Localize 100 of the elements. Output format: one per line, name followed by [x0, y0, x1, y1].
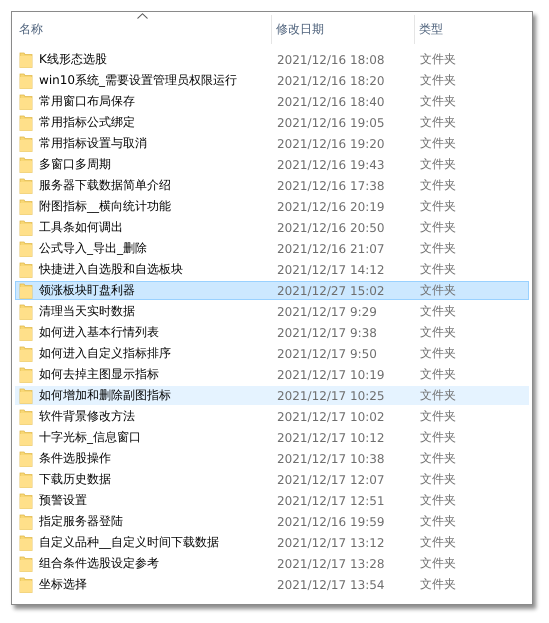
- modified-date: 2021/12/17 10:25: [276, 388, 386, 402]
- file-row[interactable]: 常用窗口布局保存 2021/12/16 18:40 文件夹: [15, 92, 529, 111]
- column-header[interactable]: 名称: [15, 15, 272, 44]
- modified-date: 2021/12/16 17:38: [276, 178, 386, 192]
- file-type: 文件夹: [419, 324, 457, 341]
- folder-icon: [19, 492, 33, 508]
- modified-date: 2021/12/17 12:51: [276, 494, 386, 508]
- file-row[interactable]: 预警设置 2021/12/17 12:51 文件夹: [15, 491, 529, 510]
- file-name: 快捷进入自选股和自选板块: [39, 261, 183, 278]
- file-type: 文件夹: [419, 366, 457, 383]
- folder-icon: [19, 52, 33, 68]
- file-type: 文件夹: [419, 303, 457, 320]
- column-header[interactable]: 类型: [415, 15, 529, 44]
- file-row[interactable]: 十字光标_信息窗口 2021/12/17 10:12 文件夹: [15, 428, 529, 447]
- file-row[interactable]: win10系统_需要设置管理员权限运行 2021/12/16 18:20 文件夹: [15, 71, 529, 90]
- file-row[interactable]: 快捷进入自选股和自选板块 2021/12/17 14:12 文件夹: [15, 260, 529, 279]
- file-name: 如何去掉主图显示指标: [39, 366, 159, 383]
- modified-date: 2021/12/17 10:12: [276, 430, 386, 444]
- file-row[interactable]: K线形态选股 2021/12/16 18:08 文件夹: [15, 50, 529, 69]
- file-row[interactable]: 组合条件选股设定参考 2021/12/17 13:28 文件夹: [15, 554, 529, 573]
- file-name: 多窗口多周期: [39, 156, 111, 173]
- file-type: 文件夹: [419, 387, 457, 404]
- file-row[interactable]: 如何增加和删除副图指标 2021/12/17 10:25 文件夹: [15, 386, 529, 405]
- file-name: 坐标选择: [39, 576, 87, 593]
- file-type: 文件夹: [419, 429, 457, 446]
- folder-icon: [19, 534, 33, 550]
- file-type: 文件夹: [419, 156, 457, 173]
- file-row[interactable]: 工具条如何调出 2021/12/16 20:50 文件夹: [15, 218, 529, 237]
- modified-date: 2021/12/17 9:50: [276, 346, 378, 360]
- folder-icon: [19, 220, 33, 236]
- file-row[interactable]: 坐标选择 2021/12/17 13:54 文件夹: [15, 575, 529, 594]
- file-name: 指定服务器登陆: [39, 513, 123, 530]
- folder-icon: [19, 156, 33, 172]
- folder-icon: [19, 514, 33, 530]
- file-name: 如何进入自定义指标排序: [39, 345, 171, 362]
- file-name: 如何增加和删除副图指标: [39, 387, 171, 404]
- file-row[interactable]: 下载历史数据 2021/12/17 12:07 文件夹: [15, 470, 529, 489]
- file-row[interactable]: 公式导入_导出_删除 2021/12/16 21:07 文件夹: [15, 239, 529, 258]
- file-name: 服务器下载数据简单介绍: [39, 177, 171, 194]
- file-name: win10系统_需要设置管理员权限运行: [39, 72, 238, 89]
- file-type: 文件夹: [419, 240, 457, 257]
- folder-icon: [19, 262, 33, 278]
- modified-date: 2021/12/16 19:20: [276, 136, 386, 150]
- folder-icon: [19, 324, 33, 340]
- folder-icon: [19, 304, 33, 320]
- file-name: K线形态选股: [39, 51, 107, 68]
- file-name: 组合条件选股设定参考: [39, 555, 159, 572]
- file-row[interactable]: 自定义品种__自定义时间下载数据 2021/12/17 13:12 文件夹: [15, 533, 529, 552]
- file-row[interactable]: 领涨板块盯盘利器 2021/12/27 15:02 文件夹: [15, 281, 529, 300]
- file-row[interactable]: 常用指标设置与取消 2021/12/16 19:20 文件夹: [15, 134, 529, 153]
- column-header[interactable]: 修改日期: [272, 15, 415, 44]
- file-name: 条件选股操作: [39, 450, 111, 467]
- folder-icon: [19, 430, 33, 446]
- file-type: 文件夹: [419, 261, 457, 278]
- file-type: 文件夹: [419, 135, 457, 152]
- modified-date: 2021/12/17 9:29: [276, 304, 378, 318]
- file-row[interactable]: 附图指标__横向统计功能 2021/12/16 20:19 文件夹: [15, 197, 529, 216]
- file-row[interactable]: 服务器下载数据简单介绍 2021/12/16 17:38 文件夹: [15, 176, 529, 195]
- modified-date: 2021/12/17 10:19: [276, 368, 386, 382]
- modified-date: 2021/12/17 14:12: [276, 262, 386, 276]
- folder-icon: [19, 388, 33, 404]
- modified-date: 2021/12/17 10:38: [276, 452, 386, 466]
- modified-date: 2021/12/16 19:43: [276, 158, 386, 172]
- file-row[interactable]: 指定服务器登陆 2021/12/16 19:59 文件夹: [15, 512, 529, 531]
- modified-date: 2021/12/17 13:12: [276, 536, 386, 550]
- modified-date: 2021/12/27 15:02: [276, 284, 386, 298]
- modified-date: 2021/12/16 20:50: [276, 220, 386, 234]
- file-type: 文件夹: [419, 345, 457, 362]
- file-name: 十字光标_信息窗口: [39, 429, 141, 446]
- file-row[interactable]: 多窗口多周期 2021/12/16 19:43 文件夹: [15, 155, 529, 174]
- folder-icon: [19, 346, 33, 362]
- file-type: 文件夹: [419, 93, 457, 110]
- folder-icon: [19, 556, 33, 572]
- folder-icon: [19, 450, 33, 466]
- folder-icon: [19, 94, 33, 110]
- file-name: 软件背景修改方法: [39, 408, 135, 425]
- file-row[interactable]: 如何去掉主图显示指标 2021/12/17 10:19 文件夹: [15, 365, 529, 384]
- file-row[interactable]: 常用指标公式绑定 2021/12/16 19:05 文件夹: [15, 113, 529, 132]
- file-row[interactable]: 如何进入基本行情列表 2021/12/17 9:38 文件夹: [15, 323, 529, 342]
- file-type: 文件夹: [419, 72, 457, 89]
- folder-icon: [19, 178, 33, 194]
- modified-date: 2021/12/16 19:59: [276, 514, 386, 528]
- file-type: 文件夹: [419, 219, 457, 236]
- modified-date: 2021/12/16 18:40: [276, 94, 386, 108]
- file-type: 文件夹: [419, 471, 457, 488]
- folder-icon: [19, 576, 33, 592]
- file-type: 文件夹: [419, 534, 457, 551]
- folder-icon: [19, 72, 33, 88]
- modified-date: 2021/12/16 18:08: [276, 52, 386, 66]
- modified-date: 2021/12/16 19:05: [276, 116, 386, 130]
- file-row[interactable]: 软件背景修改方法 2021/12/17 10:02 文件夹: [15, 407, 529, 426]
- file-name: 公式导入_导出_删除: [39, 240, 147, 257]
- file-name: 自定义品种__自定义时间下载数据: [39, 534, 219, 551]
- file-row[interactable]: 清理当天实时数据 2021/12/17 9:29 文件夹: [15, 302, 529, 321]
- modified-date: 2021/12/17 10:02: [276, 410, 386, 424]
- file-type: 文件夹: [419, 177, 457, 194]
- file-type: 文件夹: [419, 513, 457, 530]
- file-name: 常用指标设置与取消: [39, 135, 147, 152]
- file-row[interactable]: 如何进入自定义指标排序 2021/12/17 9:50 文件夹: [15, 344, 529, 363]
- file-row[interactable]: 条件选股操作 2021/12/17 10:38 文件夹: [15, 449, 529, 468]
